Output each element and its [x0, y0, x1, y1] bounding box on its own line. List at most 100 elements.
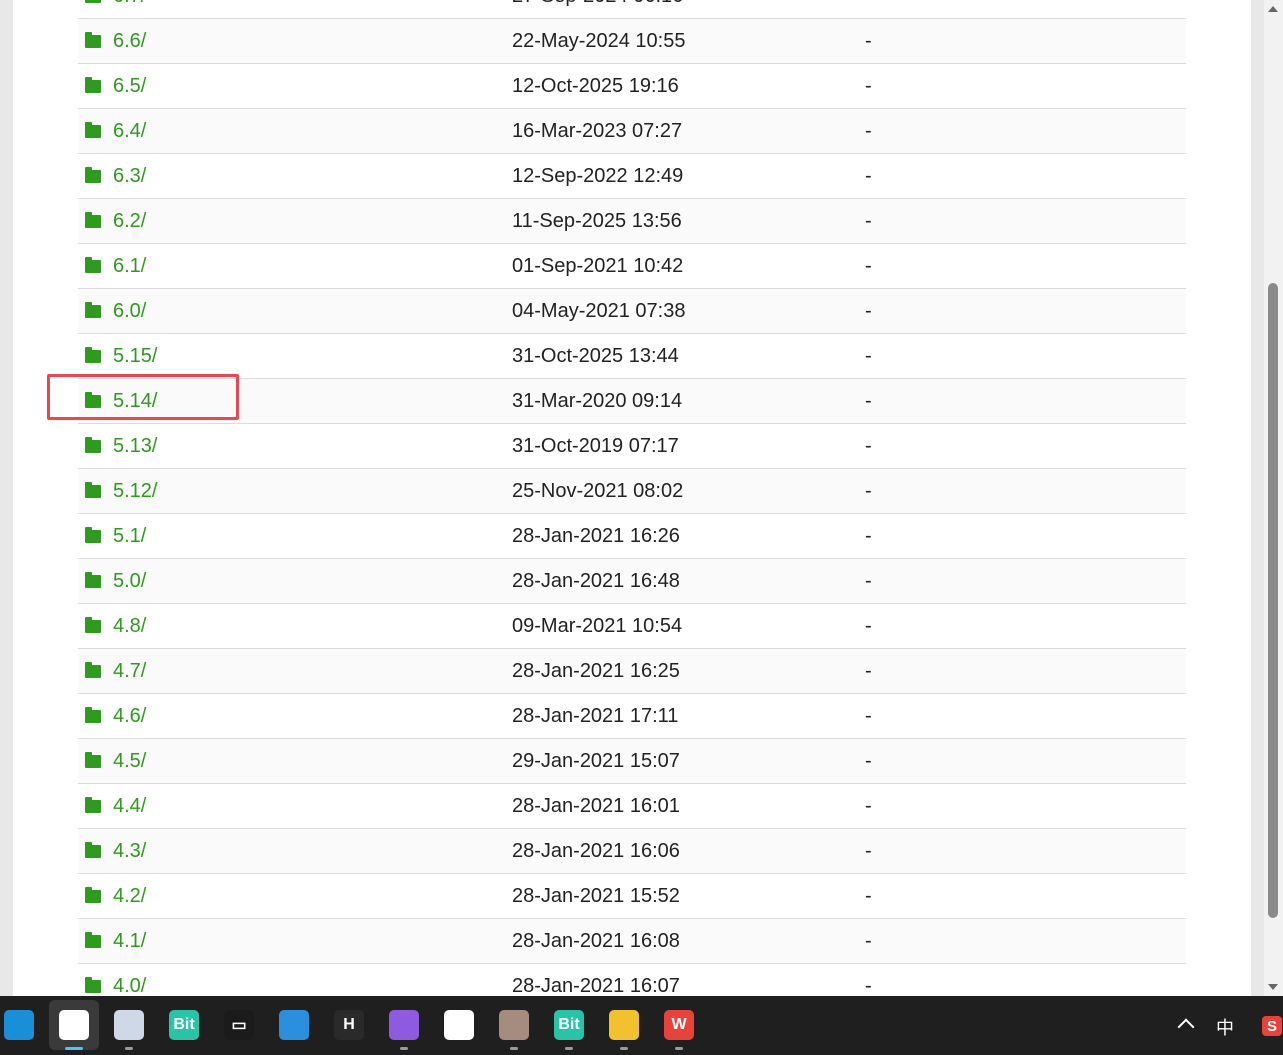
folder-name: 6.6/ — [113, 29, 147, 52]
folder-link[interactable]: 5.12/ — [85, 469, 157, 513]
folder-link[interactable]: 5.13/ — [85, 424, 157, 468]
modified-date: 09-Mar-2021 10:54 — [512, 614, 683, 637]
file-size: - — [865, 794, 872, 817]
modified-date: 12-Oct-2025 19:16 — [512, 74, 679, 97]
folder-name: 4.2/ — [113, 884, 147, 907]
table-row: 6.2/11-Sep-2025 13:56 - — [78, 199, 1186, 244]
folder-icon — [85, 661, 101, 678]
modified-date: 28-Jan-2021 16:07 — [512, 974, 680, 997]
folder-link[interactable]: 4.1/ — [85, 919, 146, 963]
folder-icon — [85, 976, 101, 993]
folder-icon — [85, 841, 101, 858]
ime-indicator[interactable]: 中 — [1216, 1014, 1234, 1040]
chrome-browser-icon[interactable] — [59, 1010, 89, 1040]
folder-name: 5.1/ — [113, 524, 147, 547]
folder-link[interactable]: 6.4/ — [85, 109, 146, 153]
folder-name: 4.3/ — [113, 839, 147, 862]
folder-link[interactable]: 6.0/ — [85, 289, 146, 333]
windows-taskbar: Bit ▭ H Bit W — [0, 996, 1283, 1055]
folder-link[interactable]: 5.1/ — [85, 514, 146, 558]
cat-photo-app-icon[interactable] — [499, 1010, 529, 1040]
modified-date: 12-Sep-2022 12:49 — [512, 164, 684, 187]
folder-link[interactable]: 4.2/ — [85, 874, 146, 918]
bit-app-icon-2[interactable]: Bit — [554, 1010, 584, 1040]
file-size: - — [865, 389, 872, 412]
folder-link[interactable]: 6.5/ — [85, 64, 146, 108]
modified-date: 28-Jan-2021 16:01 — [512, 794, 680, 817]
file-size: - — [865, 209, 872, 232]
folder-name: 4.8/ — [113, 614, 147, 637]
folder-link[interactable]: 4.6/ — [85, 694, 146, 738]
butterfly-app-icon[interactable] — [444, 1010, 474, 1040]
table-row: 4.2/28-Jan-2021 15:52 - — [78, 874, 1186, 919]
table-row: 5.15/31-Oct-2025 13:44 - — [78, 334, 1186, 379]
crystal-app-icon[interactable] — [389, 1010, 419, 1040]
file-size: - — [865, 434, 872, 457]
folder-link[interactable]: 4.7/ — [85, 649, 146, 693]
folder-link[interactable]: 5.15/ — [85, 334, 157, 378]
avatar-app-icon[interactable] — [114, 1010, 144, 1040]
edge-browser-icon[interactable] — [4, 1010, 34, 1040]
vscode-icon[interactable] — [279, 1010, 309, 1040]
folder-name: 6.0/ — [113, 299, 147, 322]
folder-name: 6.1/ — [113, 254, 147, 277]
folder-icon — [85, 346, 101, 363]
folder-link[interactable]: 5.14/ — [85, 379, 157, 423]
running-indicator — [675, 1047, 683, 1050]
folder-link[interactable]: 6.3/ — [85, 154, 146, 198]
folder-name: 5.12/ — [113, 479, 158, 502]
file-explorer-icon[interactable] — [609, 1010, 639, 1040]
folder-name: 4.4/ — [113, 794, 147, 817]
modified-date: 28-Jan-2021 16:48 — [512, 569, 680, 592]
scroll-thumb[interactable] — [1268, 283, 1278, 918]
table-row: 6.5/12-Oct-2025 19:16 - — [78, 64, 1186, 109]
modified-date: 11-Sep-2025 13:56 — [512, 209, 682, 232]
folder-link[interactable]: 5.0/ — [85, 559, 146, 603]
modified-date: 27-Sep-2024 06:16 — [512, 0, 683, 18]
folder-link[interactable]: 4.5/ — [85, 739, 146, 783]
folder-link[interactable]: 6.7/ — [85, 0, 146, 18]
folder-link[interactable]: 6.1/ — [85, 244, 146, 288]
bit-app-icon[interactable]: Bit — [169, 1010, 199, 1040]
file-size: - — [865, 614, 872, 637]
terminal-app-icon[interactable]: ▭ — [224, 1010, 254, 1040]
folder-icon — [85, 256, 101, 273]
folder-link[interactable]: 4.0/ — [85, 964, 146, 996]
folder-icon — [85, 166, 101, 183]
folder-link[interactable]: 4.3/ — [85, 829, 146, 873]
folder-name: 4.1/ — [113, 929, 147, 952]
file-size: - — [865, 254, 872, 277]
scroll-down-arrow-icon[interactable] — [1268, 984, 1278, 990]
folder-name: 6.2/ — [113, 209, 147, 232]
sogou-input-icon[interactable]: S — [1262, 1016, 1282, 1036]
h-app-icon[interactable]: H — [334, 1010, 364, 1040]
file-size: - — [865, 344, 872, 367]
folder-link[interactable]: 6.2/ — [85, 199, 146, 243]
file-size: - — [865, 164, 872, 187]
table-row: 6.3/12-Sep-2022 12:49 - — [78, 154, 1186, 199]
modified-date: 25-Nov-2021 08:02 — [512, 479, 684, 502]
folder-link[interactable]: 4.4/ — [85, 784, 146, 828]
scroll-up-arrow-icon[interactable] — [1268, 6, 1278, 12]
folder-icon — [85, 76, 101, 93]
file-size: - — [865, 524, 872, 547]
file-size: - — [865, 749, 872, 772]
folder-link[interactable]: 4.8/ — [85, 604, 146, 648]
file-size: - — [865, 974, 872, 997]
vertical-scrollbar[interactable] — [1264, 0, 1283, 996]
modified-date: 28-Jan-2021 16:25 — [512, 659, 680, 682]
file-size: - — [865, 659, 872, 682]
file-size: - — [865, 119, 872, 142]
folder-icon — [85, 121, 101, 138]
folder-link[interactable]: 6.6/ — [85, 19, 146, 63]
folder-name: 6.5/ — [113, 74, 147, 97]
file-size: - — [865, 29, 872, 52]
running-indicator — [65, 1047, 83, 1050]
folder-icon — [85, 706, 101, 723]
folder-icon — [85, 526, 101, 543]
modified-date: 22-May-2024 10:55 — [512, 29, 686, 52]
table-row: 6.7/27-Sep-2024 06:16 - — [78, 0, 1186, 19]
folder-name: 4.5/ — [113, 749, 147, 772]
table-row: 4.7/28-Jan-2021 16:25 - — [78, 649, 1186, 694]
wps-office-icon[interactable]: W — [664, 1010, 694, 1040]
